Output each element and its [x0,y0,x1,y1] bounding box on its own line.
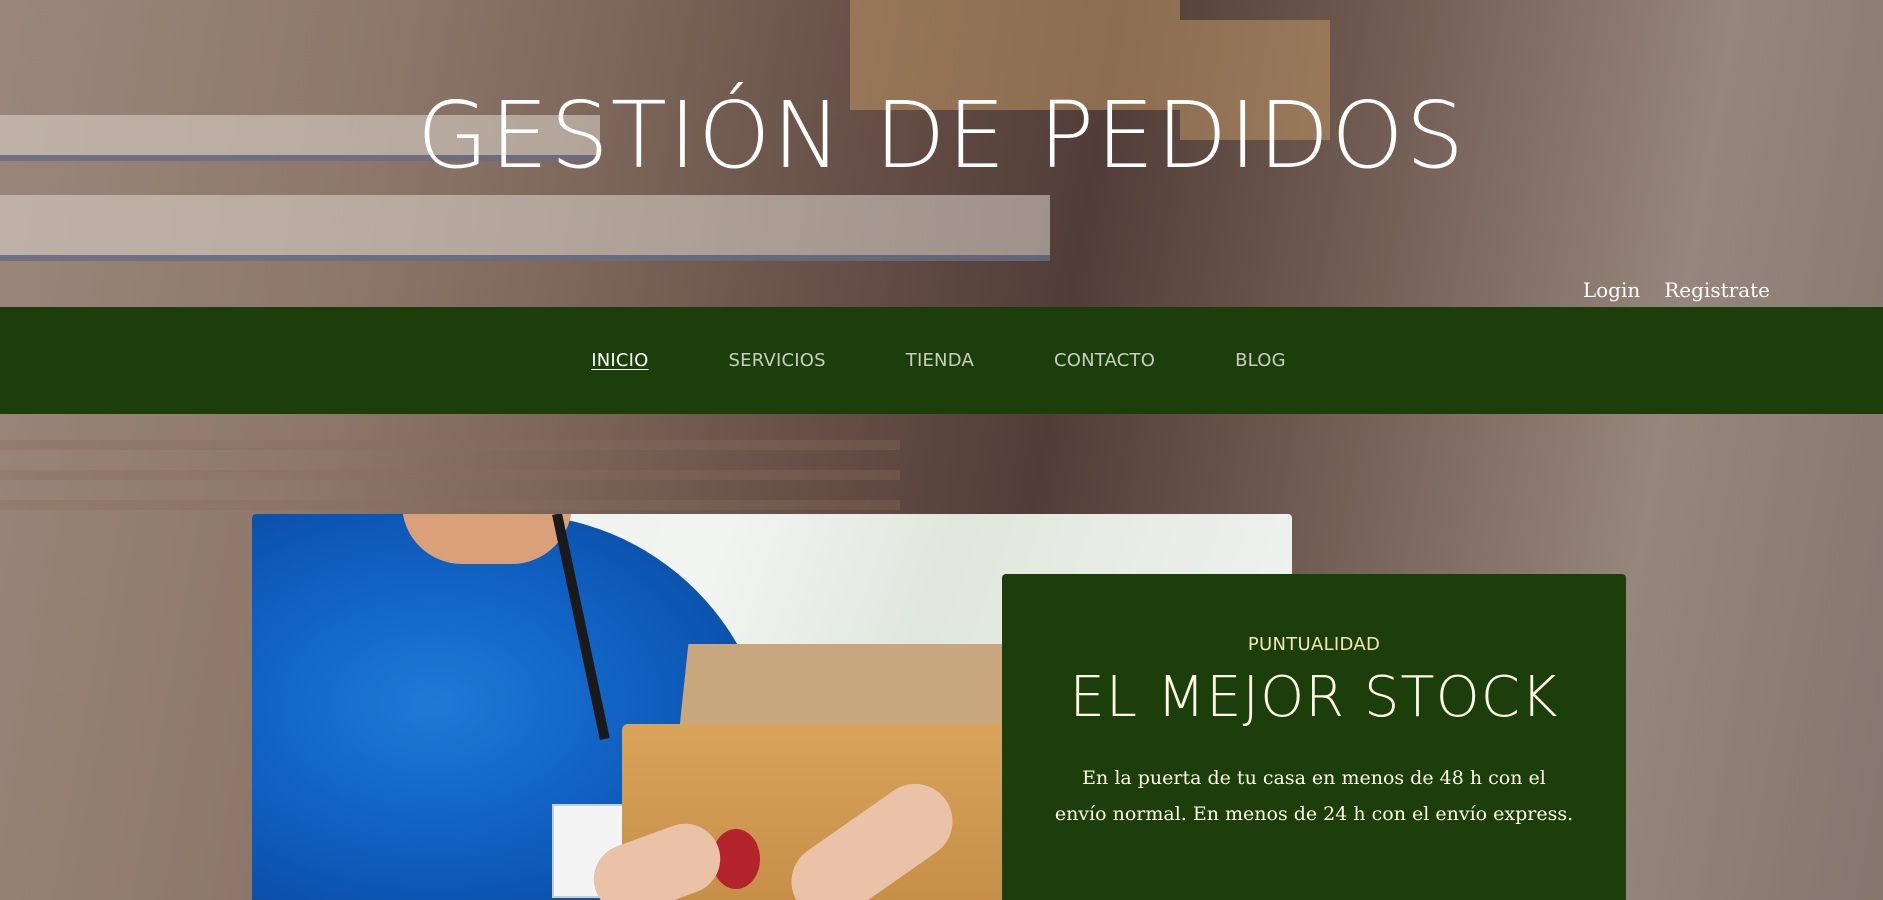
conveyor-decoration [0,500,900,510]
page-title: GESTIÓN DE PEDIDOS [416,82,1467,189]
conveyor-decoration [0,440,900,450]
nav-item-inicio[interactable]: INICIO [591,350,648,371]
main-navigation: INICIO SERVICIOS TIENDA CONTACTO BLOG [0,307,1883,414]
feature-headline: EL MEJOR STOCK [1069,665,1559,730]
login-link[interactable]: Login [1583,278,1640,302]
feature-body: En la puerta de tu casa en menos de 48 h… [1054,767,1574,825]
shelf-decoration [0,195,1050,261]
nav-item-servicios[interactable]: SERVICIOS [729,350,826,371]
nav-item-tienda[interactable]: TIENDA [906,350,974,371]
feature-card: PUNTUALIDAD EL MEJOR STOCK En la puerta … [1002,574,1626,900]
feature-kicker: PUNTUALIDAD [1247,634,1381,655]
nav-item-contacto[interactable]: CONTACTO [1054,350,1155,371]
nav-item-blog[interactable]: BLOG [1235,350,1286,371]
auth-links: Login Registrate [1583,278,1770,302]
register-link[interactable]: Registrate [1664,278,1770,302]
nav-list: INICIO SERVICIOS TIENDA CONTACTO BLOG [591,350,1286,371]
conveyor-decoration [0,470,900,480]
